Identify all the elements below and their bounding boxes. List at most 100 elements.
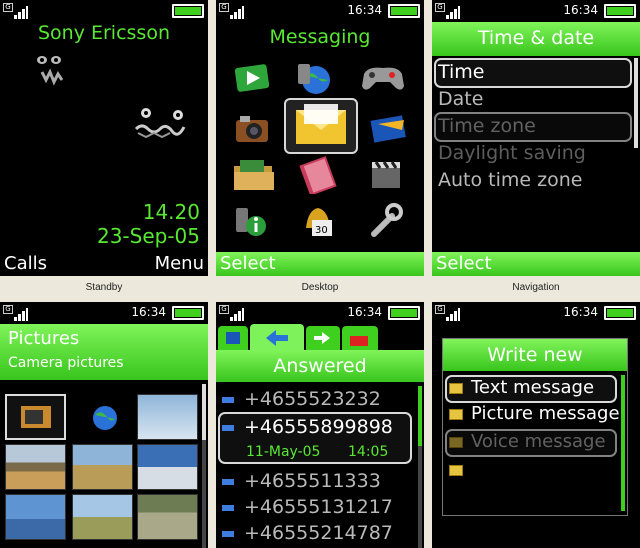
arrow-right-icon [314, 332, 330, 344]
write-screen: G 16:34 Write new Text message Picture m… [432, 302, 640, 548]
battery-icon [388, 4, 420, 18]
arrow-left-icon [222, 478, 234, 485]
menu-softkey[interactable]: Menu [155, 252, 204, 276]
battery-icon [172, 306, 204, 320]
page-title: Pictures [8, 328, 80, 349]
tab-answered[interactable] [306, 326, 340, 350]
signal-icon: G [219, 3, 244, 19]
menu-item-picture-message[interactable]: Picture message [449, 403, 620, 424]
pictures-screen: G 16:34 Pictures Camera pictures [0, 302, 208, 548]
scrollbar[interactable] [634, 58, 638, 148]
battery-icon [172, 4, 204, 18]
menu-item-date[interactable]: Date [438, 88, 483, 110]
internet-folder-thumb[interactable] [72, 394, 133, 440]
tab-all-calls[interactable] [218, 326, 248, 350]
menu-item-time[interactable]: Time [438, 61, 485, 83]
call-time: 14:05 [348, 444, 389, 460]
navigation-caption: Navigation [512, 282, 560, 293]
photo-thumb[interactable] [5, 444, 66, 490]
status-time: 16:34 [131, 305, 166, 319]
envelope-icon [449, 382, 463, 394]
battery-icon [604, 306, 636, 320]
status-time: 16:34 [563, 305, 598, 319]
write-popup: Write new Text message Picture message V… [442, 338, 628, 516]
status-bar: G 16:34 [0, 302, 208, 324]
menu-item-daylight-saving[interactable]: Daylight saving [438, 142, 586, 164]
photo-thumb[interactable] [72, 494, 133, 540]
menu-item-voice-message[interactable]: Voice message [449, 431, 606, 452]
messaging-icon[interactable] [284, 98, 358, 154]
photo-thumb[interactable] [137, 444, 198, 490]
call-date: 11-May-05 [246, 444, 321, 460]
navigation-screen: G 16:34 Time & date Time Date Time zone … [432, 0, 640, 276]
signal-icon: G [435, 305, 460, 321]
call-row[interactable]: +46555131217 [222, 496, 393, 518]
phone-icon [226, 332, 240, 344]
photo-thumb[interactable] [72, 444, 133, 490]
camera-folder-thumb[interactable] [5, 394, 66, 440]
signal-icon: G [219, 305, 244, 321]
call-row[interactable]: +46555214787 [222, 522, 393, 544]
desktop-screen: G 16:34 Messaging 30 Select [216, 0, 424, 276]
photo-thumb[interactable] [137, 394, 198, 440]
envelope-icon [449, 464, 463, 476]
tab-missed[interactable] [342, 326, 378, 350]
scrollbar[interactable] [621, 375, 625, 511]
menu-item-time-zone[interactable]: Time zone [438, 115, 536, 137]
date-label: 23-Sep-05 [96, 224, 200, 248]
entertainment-icon[interactable] [366, 108, 406, 148]
media-player-icon[interactable] [232, 58, 272, 98]
status-bar: G [0, 0, 208, 22]
screenshot-grid: G Sony Ericsson 14.20 23-Sep-05 Calls Me… [0, 0, 640, 548]
arrow-left-icon [222, 424, 234, 431]
desktop-title: Messaging [269, 26, 371, 48]
games-icon[interactable] [358, 58, 404, 98]
picture-envelope-icon [449, 408, 463, 420]
popup-title: Write new [443, 339, 627, 371]
clock-label: 14.20 [142, 200, 200, 224]
scrollbar[interactable] [418, 386, 422, 548]
calls-softkey[interactable]: Calls [4, 252, 47, 276]
status-time: 16:34 [347, 3, 382, 17]
phonebook-icon[interactable] [298, 154, 338, 196]
menu-item-text-message[interactable]: Text message [449, 377, 594, 398]
info-icon[interactable] [232, 202, 272, 242]
menu-item-more[interactable] [449, 459, 471, 480]
signal-icon: G [3, 3, 28, 19]
select-softkey[interactable]: Select [216, 252, 424, 276]
internet-icon[interactable] [294, 58, 334, 98]
battery-icon [604, 4, 636, 18]
signal-icon: G [3, 305, 28, 321]
status-bar: G 16:34 [216, 0, 424, 22]
scrollbar[interactable] [202, 384, 206, 548]
page-title: Answered [216, 350, 424, 382]
call-row[interactable]: +4655523232 [222, 388, 381, 410]
status-bar: G 16:34 [432, 0, 640, 22]
video-icon[interactable] [366, 154, 406, 194]
calls-screen: G 16:34 Answered +4655523232 +4655589989… [216, 302, 424, 548]
tab-dialled[interactable] [250, 324, 304, 352]
page-title: Time & date [432, 22, 640, 56]
select-softkey[interactable]: Select [432, 252, 640, 276]
call-row-selected[interactable]: +46555899898 [222, 416, 393, 438]
arrow-left-icon [222, 530, 234, 537]
settings-icon[interactable] [366, 200, 406, 240]
signal-icon: G [435, 3, 460, 19]
file-manager-icon[interactable] [232, 154, 274, 194]
call-tabs [216, 324, 424, 352]
menu-item-auto-time-zone[interactable]: Auto time zone [438, 169, 582, 191]
photo-thumb[interactable] [5, 494, 66, 540]
arrow-left-icon [222, 504, 234, 511]
alarms-icon[interactable]: 30 [298, 200, 338, 240]
call-row[interactable]: +4655511333 [222, 470, 381, 492]
standby-screen: G Sony Ericsson 14.20 23-Sep-05 Calls Me… [0, 0, 208, 276]
page-subtitle: Camera pictures [8, 355, 124, 371]
battery-icon [388, 306, 420, 320]
svg-text:30: 30 [315, 225, 328, 236]
missed-call-icon [350, 336, 368, 346]
brand-label: Sony Ericsson [37, 22, 171, 44]
photo-thumb[interactable] [137, 494, 198, 540]
camera-icon[interactable] [232, 108, 272, 148]
pictures-header: Pictures Camera pictures [0, 324, 208, 380]
voice-envelope-icon [449, 436, 463, 448]
